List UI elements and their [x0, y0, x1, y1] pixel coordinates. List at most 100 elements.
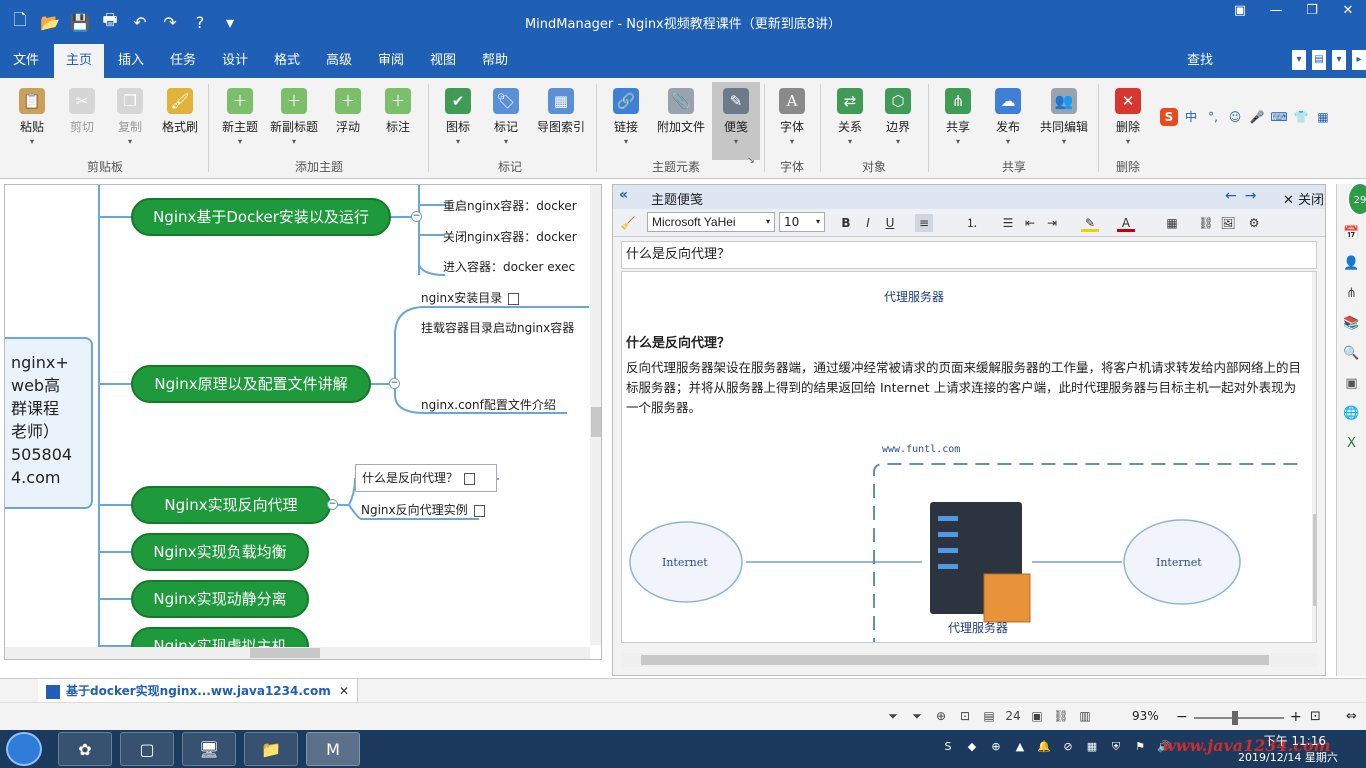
- library-icon[interactable]: 📚: [1342, 314, 1362, 334]
- collapse-toggle[interactable]: −: [389, 378, 400, 389]
- link-view-icon[interactable]: ⛓: [1052, 709, 1070, 725]
- font-color-icon[interactable]: A: [1117, 214, 1135, 232]
- tab-insert[interactable]: 插入: [106, 44, 156, 78]
- more-icon[interactable]: ▸: [1352, 50, 1366, 70]
- outline-icon[interactable]: ▤: [980, 709, 998, 725]
- tab-file[interactable]: 文件: [0, 44, 52, 78]
- web-icon[interactable]: 🌐: [1342, 404, 1362, 424]
- topic-load-balance[interactable]: Nginx实现负载均衡: [131, 533, 309, 571]
- central-topic[interactable]: nginx+ web高 群课程 老师） 505804 4.com: [5, 337, 93, 509]
- restore-icon[interactable]: ❐: [1294, 0, 1330, 22]
- tab-advanced[interactable]: 高级: [314, 44, 364, 78]
- hyperlink-icon[interactable]: ⛓: [1197, 214, 1215, 232]
- coedit-button[interactable]: 👥 共同编辑 ▾: [1034, 86, 1094, 156]
- clear-format-icon[interactable]: 🧹: [619, 214, 637, 232]
- expand-icon[interactable]: ⇔: [1346, 709, 1357, 724]
- cut-button[interactable]: ✂ 剪切: [56, 86, 108, 156]
- search-icon[interactable]: 🔍: [1342, 344, 1362, 364]
- tray-shield-icon[interactable]: ⛨: [1108, 740, 1124, 756]
- font-family-select[interactable]: Microsoft YaHei ▾: [647, 212, 775, 232]
- subtopic-stop-container[interactable]: 关闭nginx容器：docker: [443, 228, 577, 245]
- tray-plus-icon[interactable]: ⊕: [988, 740, 1004, 756]
- subtopic-enter-container[interactable]: 进入容器：docker exec: [443, 258, 575, 275]
- underline-icon[interactable]: U: [881, 214, 899, 232]
- document-tab[interactable]: 基于docker实现nginx...ww.java1234.com ✕: [38, 679, 358, 703]
- close-window-icon[interactable]: ✕: [1330, 0, 1366, 22]
- search-dropdown-icon[interactable]: ▾: [1292, 50, 1306, 70]
- table-icon[interactable]: ▦: [1163, 214, 1181, 232]
- tools-grid-icon[interactable]: ▦: [1314, 108, 1332, 126]
- skin-icon[interactable]: 👕: [1292, 108, 1310, 126]
- fit-icon[interactable]: ⊡: [1310, 709, 1321, 724]
- layout-icon[interactable]: ▤: [1312, 50, 1326, 70]
- delete-button[interactable]: ✕ 删除 ▾: [1102, 86, 1154, 156]
- publish-button[interactable]: ☁ 发布 ▾: [982, 86, 1034, 156]
- map-index-button[interactable]: ▦ 导图索引: [532, 86, 590, 156]
- layout-chevron-icon[interactable]: ▾: [1332, 50, 1346, 70]
- new-subtopic-button[interactable]: ＋新副标题 ▾: [268, 86, 320, 156]
- numbered-list-icon[interactable]: ⒈: [963, 214, 981, 232]
- font-size-select[interactable]: 10 ▾: [779, 212, 825, 232]
- tags-button[interactable]: 🏷 标记 ▾: [480, 86, 532, 156]
- tab-format[interactable]: 格式: [262, 44, 312, 78]
- indent-icon[interactable]: ⇥: [1043, 214, 1061, 232]
- subtopic-reverse-proxy-example[interactable]: Nginx反向代理实例: [361, 501, 485, 518]
- notes-button[interactable]: ✎ 便笺 ▾: [712, 82, 760, 160]
- close-notes-button[interactable]: ✕ 关闭: [1283, 189, 1324, 208]
- collapse-toggle[interactable]: −: [411, 211, 422, 222]
- highlight-icon[interactable]: ✎: [1081, 214, 1099, 232]
- taskbar-app-mindmanager-icon[interactable]: M: [306, 732, 360, 766]
- floating-topic-button[interactable]: ＋浮动: [322, 86, 374, 156]
- font-button[interactable]: A 字体 ▾: [766, 86, 818, 156]
- more-tools-icon[interactable]: ⚙: [1245, 214, 1263, 232]
- note-body-editor[interactable]: 代理服务器 什么是反向代理？ 反向代理服务器架设在服务器端，通过缓冲经常被请求的…: [621, 271, 1317, 643]
- topic-principle-config[interactable]: Nginx原理以及配置文件讲解: [131, 365, 371, 403]
- filter-icon[interactable]: ⏷: [884, 709, 902, 725]
- minimize-icon[interactable]: —: [1258, 0, 1294, 22]
- taskbar-app-terminal-icon[interactable]: ▢: [120, 732, 174, 766]
- copy-button[interactable]: ❐ 复制 ▾: [104, 86, 156, 156]
- note-subject-field[interactable]: 什么是反向代理？: [621, 241, 1317, 269]
- tab-help[interactable]: 帮助: [470, 44, 520, 78]
- subtopic-nginx-conf[interactable]: nginx.conf配置文件介绍: [421, 396, 556, 413]
- zoom-page-icon[interactable]: ▣: [1028, 709, 1046, 725]
- clock-date[interactable]: 2019/12/14 星期六: [1238, 749, 1348, 765]
- share-button[interactable]: ⋔ 共享 ▾: [932, 86, 984, 156]
- zoom-out-icon[interactable]: −: [1176, 709, 1188, 725]
- tray-box-icon[interactable]: ◆: [964, 740, 980, 756]
- bullet-list-icon[interactable]: ☰: [999, 214, 1017, 232]
- tray-sogou-icon[interactable]: S: [940, 740, 956, 756]
- italic-icon[interactable]: I: [859, 214, 877, 232]
- notes-nav-arrows[interactable]: ←→: [1225, 188, 1264, 204]
- gantt-icon[interactable]: ▥: [1076, 709, 1094, 725]
- keyboard-icon[interactable]: ⌨: [1270, 108, 1288, 126]
- calendar-icon[interactable]: 📅: [1342, 224, 1362, 244]
- tray-security-icon[interactable]: ⊘: [1060, 740, 1076, 756]
- topic-elements-dialog-launcher[interactable]: ↘: [744, 156, 758, 166]
- collapse-toggle[interactable]: −: [327, 499, 338, 510]
- map-parts-icon[interactable]: ⋔: [1342, 284, 1362, 304]
- zoom-slider[interactable]: [1194, 711, 1284, 725]
- canvas-vertical-scrollbar[interactable]: [590, 185, 601, 645]
- markers-button[interactable]: ✔ 图标 ▾: [432, 86, 484, 156]
- tray-vpn-icon[interactable]: ▲: [1012, 740, 1028, 756]
- taskbar-app-colorful-icon[interactable]: ✿: [58, 732, 112, 766]
- image-icon[interactable]: 🖼: [1219, 214, 1237, 232]
- punctuation-icon[interactable]: °,: [1204, 108, 1222, 126]
- topic-static-dynamic[interactable]: Nginx实现动静分离: [131, 580, 309, 618]
- taskbar-app-remote-desktop-icon[interactable]: 🖥: [182, 732, 236, 766]
- overview-icon[interactable]: ▣: [1342, 374, 1362, 394]
- taskbar-app-explorer-icon[interactable]: 📁: [244, 732, 298, 766]
- zoom-in-icon[interactable]: +: [1290, 709, 1302, 725]
- format-painter-button[interactable]: 🖌 格式刷: [154, 86, 206, 156]
- close-tab-icon[interactable]: ✕: [339, 679, 349, 703]
- topic-docker-install[interactable]: Nginx基于Docker安装以及运行: [131, 198, 391, 236]
- callout-button[interactable]: ＋标注: [372, 86, 424, 156]
- ribbon-display-icon[interactable]: ▣: [1222, 0, 1258, 22]
- align-left-icon[interactable]: ≡: [915, 214, 933, 232]
- find-label[interactable]: 查找: [1187, 44, 1213, 78]
- clock-time[interactable]: 下午 11:16: [1262, 732, 1326, 749]
- new-topic-button[interactable]: ＋新主题 ▾: [214, 86, 266, 156]
- note-vertical-scrollbar[interactable]: [1312, 272, 1316, 642]
- boundary-button[interactable]: ⬡ 边界 ▾: [872, 86, 924, 156]
